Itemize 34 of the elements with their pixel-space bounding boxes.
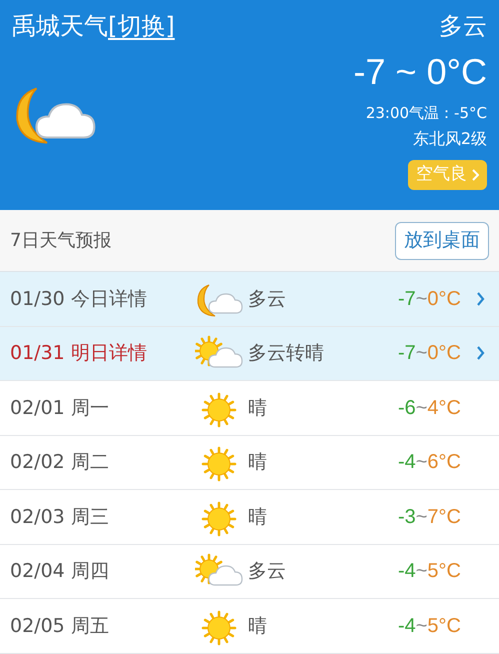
switch-link[interactable]: [切换]	[108, 8, 175, 44]
current-temperature: 23:00气温：-5°C	[366, 103, 487, 124]
condition-text: 多云转晴	[248, 341, 325, 366]
date-label: 01/31 明日详情	[10, 341, 148, 366]
temperature-range: -3~7°C	[398, 504, 461, 530]
temperature-range: -6~4°C	[398, 396, 461, 421]
condition-text: 多云	[439, 11, 487, 42]
condition-text: 晴	[248, 504, 268, 530]
temperature-range: -4~5°C	[398, 559, 461, 584]
date-label: 02/03 周三	[10, 504, 110, 530]
temperature-range: -4~6°C	[398, 450, 461, 476]
condition-text: 晴	[248, 450, 268, 475]
condition-text: 多云	[248, 286, 287, 312]
date-label: 02/02 周二	[10, 450, 110, 475]
date-label: 02/01 周一	[10, 396, 110, 420]
section-title: 7日天气预报	[10, 229, 112, 253]
chevron-icon	[471, 169, 479, 181]
date-label: 01/30 今日详情	[10, 286, 148, 312]
condition-text: 晴	[248, 614, 268, 638]
temperature-range: -4~5°C	[398, 614, 461, 639]
forecast-row[interactable]: 01/30 今日详情 多云 -7~0°C	[0, 272, 499, 326]
forecast-row[interactable]: 01/31 明日详情 多云转晴 -7~0°C	[0, 326, 499, 381]
date-label: 02/05 周五	[10, 614, 110, 638]
temperature-range: -7 ~ 0°C	[354, 50, 487, 94]
pin-to-desktop-button[interactable]: 放到桌面	[395, 222, 489, 260]
temperature-range: -7~0°C	[398, 341, 461, 366]
chevron-icon	[476, 346, 484, 360]
condition-text: 多云	[248, 559, 287, 584]
wind-text: 东北风2级	[412, 128, 487, 150]
city-title: 禹城天气	[12, 11, 108, 42]
condition-text: 晴	[248, 396, 268, 420]
date-label: 02/04 周四	[10, 559, 110, 584]
chevron-icon	[476, 292, 484, 306]
temperature-range: -7~0°C	[398, 286, 461, 312]
